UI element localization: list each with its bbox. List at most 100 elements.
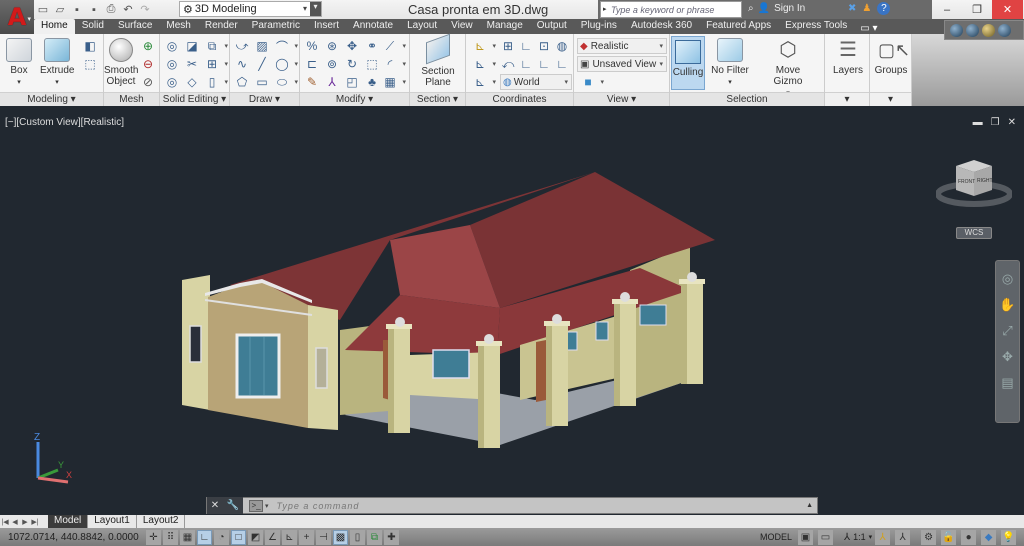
union-icon[interactable]: ◎ (164, 38, 180, 54)
groups-expand-icon[interactable]: ▾ (870, 92, 911, 106)
viewcube[interactable]: FRONT RIGHT (936, 152, 1012, 212)
named-view-combo[interactable]: ▣ Unsaved View ▾ (577, 56, 667, 72)
panel-title-section[interactable]: Section ▾ (410, 92, 465, 106)
panel-title-view[interactable]: View ▾ (574, 92, 669, 106)
ucs-named-icon[interactable]: ⊾ (472, 74, 496, 90)
intersect-icon[interactable]: ◎ (164, 74, 180, 90)
3d-mirror-icon[interactable]: ⅄ (324, 74, 340, 90)
section-plane-button[interactable]: Section Plane (416, 33, 460, 88)
quick-view-layouts-icon[interactable]: ▣ (798, 529, 814, 545)
smooth-more-icon[interactable]: ⊕ (140, 38, 156, 54)
command-history-icon[interactable]: ▲ (806, 502, 813, 509)
quick-properties-icon[interactable]: ▯ (350, 529, 365, 545)
scale-icon[interactable]: % (304, 38, 320, 54)
app-tools-icon[interactable] (982, 23, 995, 37)
circle-icon[interactable]: ◯ (274, 56, 298, 72)
stay-connected-icon[interactable]: ♟ (862, 3, 871, 14)
orbit-icon[interactable]: ✥ (1002, 349, 1013, 365)
minimize-icon[interactable]: – (932, 0, 962, 19)
pan-icon[interactable]: ✋ (999, 297, 1015, 313)
save-as-icon[interactable]: ▪ (87, 3, 101, 17)
annotation-visibility-icon[interactable]: ⅄ (875, 529, 891, 545)
smooth-less-icon[interactable]: ⊖ (140, 56, 156, 72)
ucs-3point-icon[interactable]: ∟ (554, 56, 570, 72)
tab-insert[interactable]: Insert (307, 19, 346, 34)
tab-autodesk-360[interactable]: Autodesk 360 (624, 19, 699, 34)
slice-icon[interactable]: ✂ (184, 56, 200, 72)
panel-title-coordinates[interactable]: Coordinates (466, 92, 573, 106)
smooth-object-button[interactable]: Smooth Object (104, 38, 138, 87)
ucs-view-icon[interactable]: ∟ (518, 38, 534, 54)
undo-icon[interactable]: ↶ (121, 3, 135, 17)
customize-wrench-icon[interactable]: 🔧 (227, 500, 239, 511)
fillet-icon[interactable]: ◜ (382, 56, 406, 72)
open-icon[interactable]: ▱ (53, 3, 67, 17)
exchange-icon[interactable]: ✖ (848, 3, 856, 14)
ucs-z-axis-icon[interactable]: ∟ (536, 56, 552, 72)
auto-scale-icon[interactable]: ⅄ (895, 529, 911, 545)
redo-icon[interactable]: ↷ (138, 3, 152, 17)
ucs-x-icon[interactable]: ∟ (518, 56, 534, 72)
culling-button[interactable]: Culling (671, 36, 705, 90)
app-refresh-icon[interactable] (966, 23, 979, 37)
customize-qat-icon[interactable]: ▾ (310, 2, 321, 16)
tab-model[interactable]: Model (48, 515, 89, 528)
lock-ui-icon[interactable]: 🔓 (941, 529, 957, 545)
panel-title-mesh[interactable]: Mesh (104, 92, 159, 106)
last-layout-icon[interactable]: ▶| (30, 518, 40, 526)
panel-title-draw[interactable]: Draw ▾ (230, 92, 299, 106)
steering-wheel-icon[interactable]: ◎ (1002, 271, 1013, 287)
infer-constraints-icon[interactable]: ✛ (146, 529, 161, 545)
no-filter-button[interactable]: No Filter ▾ (710, 38, 750, 88)
extrude-button[interactable]: Extrude ▾ (40, 38, 74, 88)
line-icon[interactable]: ╱ (254, 56, 270, 72)
match-properties-icon[interactable]: ✎ (304, 74, 320, 90)
ucs-face-icon[interactable]: ⊡ (536, 38, 552, 54)
app-globe-icon[interactable] (950, 23, 963, 37)
help-icon[interactable]: ? (877, 2, 891, 15)
tab-featured-apps[interactable]: Featured Apps (699, 19, 778, 34)
offset-icon[interactable]: ⬚ (364, 56, 380, 72)
ucs-icon[interactable]: ⊾ (472, 38, 496, 54)
binoculars-icon[interactable]: ⌕ (748, 3, 754, 14)
tab-home[interactable]: Home (34, 19, 75, 34)
drawing-viewport[interactable]: [−][Custom View][Realistic] ▬ ❐ ✕ FRONT … (0, 112, 1024, 515)
ucs-menu-button[interactable]: WCS (956, 227, 992, 239)
tab-view[interactable]: View (444, 19, 480, 34)
subtract-icon[interactable]: ◎ (164, 56, 180, 72)
workspace-switcher[interactable]: ⚙ 3D Modeling ▾ ▾ (179, 1, 322, 17)
cursor-coordinates[interactable]: 1072.0714, 440.8842, 0.0000 (0, 532, 146, 543)
3d-rotate-icon[interactable]: ⊛ (324, 38, 340, 54)
ucs-origin-icon[interactable]: ⊾ (472, 56, 496, 72)
ucs-object-icon[interactable]: ⊞ (500, 38, 516, 54)
tab-render[interactable]: Render (198, 19, 245, 34)
layers-expand-icon[interactable]: ▾ (825, 92, 869, 106)
annotation-monitor-icon[interactable]: ✚ (384, 529, 399, 545)
lightbulb-icon[interactable]: 💡 (1001, 529, 1017, 545)
snap-mode-icon[interactable]: ⠿ (163, 529, 178, 545)
transparency-icon[interactable]: ▩ (333, 529, 348, 545)
groups-button[interactable]: ▢↖ Groups (872, 38, 911, 76)
tab-mesh[interactable]: Mesh (159, 19, 197, 34)
polysolid-icon[interactable]: ◧ (82, 38, 98, 54)
box-button[interactable]: Box ▾ (4, 38, 34, 88)
tab-annotate[interactable]: Annotate (346, 19, 400, 34)
hatch-icon[interactable]: ▨ (254, 38, 270, 54)
lineweight-icon[interactable]: ⊣ (316, 529, 331, 545)
panel-title-solid-editing[interactable]: Solid Editing ▾ (160, 92, 229, 106)
3d-align-icon[interactable]: ⊚ (324, 56, 340, 72)
app-help-icon[interactable] (998, 23, 1011, 37)
grid-display-icon[interactable]: ▦ (180, 529, 195, 545)
close-icon[interactable]: ✕ (992, 0, 1023, 19)
application-menu-button[interactable]: A ▾ (0, 0, 34, 34)
panel-title-modeling[interactable]: Modeling ▾ (0, 92, 103, 106)
tab-express-tools[interactable]: Express Tools (778, 19, 854, 34)
polar-tracking-icon[interactable]: ◔ (214, 529, 229, 545)
ucs-world-combo[interactable]: ◍ World ▾ (500, 74, 572, 90)
layers-button[interactable]: ☰ Layers (828, 38, 868, 76)
rectangle-icon[interactable]: ▭ (254, 74, 270, 90)
ribbon-display-toggle-icon[interactable]: ▭ ▾ (854, 23, 883, 34)
first-layout-icon[interactable]: |◀ (0, 518, 10, 526)
viewport-config-icon[interactable]: ■ (580, 74, 604, 90)
restore-icon[interactable]: ❐ (962, 0, 992, 19)
